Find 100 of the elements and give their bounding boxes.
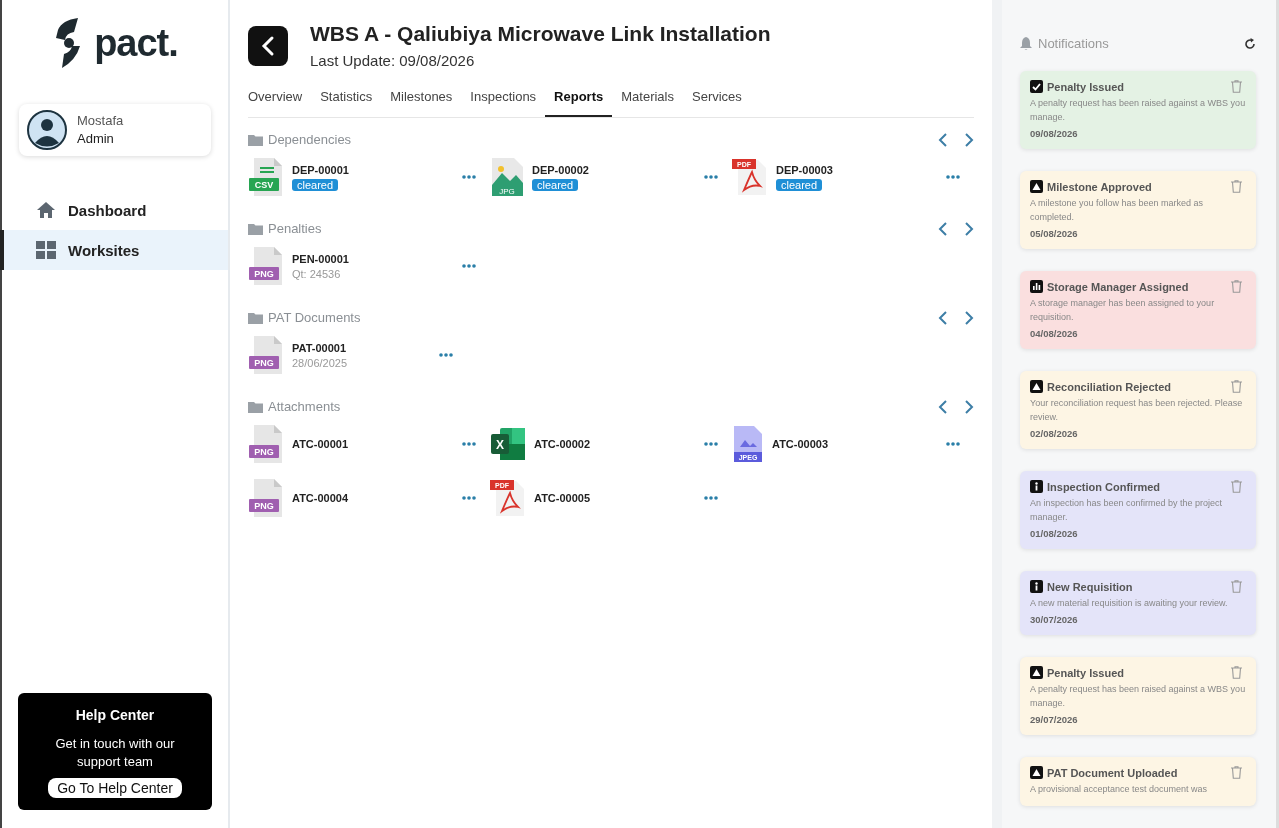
section-title: Penalties <box>268 221 322 236</box>
refresh-icon[interactable] <box>1244 37 1256 50</box>
section-title: PAT Documents <box>268 310 361 325</box>
next-icon[interactable] <box>964 221 974 236</box>
status-badge: cleared <box>532 178 579 191</box>
notification-text: A penalty request has been raised against a WBS you manage. <box>1030 683 1246 710</box>
tab[interactable]: Services <box>683 83 751 117</box>
notification-title: Reconciliation Rejected <box>1047 380 1172 393</box>
user-name: Mostafa <box>77 112 124 130</box>
more-icon[interactable] <box>462 175 476 179</box>
previous-icon[interactable] <box>938 399 948 414</box>
trash-icon[interactable] <box>1231 766 1242 779</box>
section-title: Attachments <box>268 399 341 414</box>
section-title: Dependencies <box>268 132 352 147</box>
file-note: 28/06/2025 <box>292 356 348 369</box>
user-role: Admin <box>77 130 115 148</box>
file-note: Qt: 24536 <box>292 267 342 280</box>
notification-title: Milestone Approved <box>1047 180 1152 193</box>
notification-date: 30/07/2026 <box>1030 614 1079 625</box>
file-code[interactable]: PEN-00001 <box>292 252 349 265</box>
help-center-button[interactable]: Go To Help Center <box>48 778 182 798</box>
file-code[interactable]: PAT-00001 <box>292 341 348 354</box>
notification-text: A provisional acceptance test document was <box>1030 783 1209 796</box>
home-icon <box>36 201 56 219</box>
trash-icon[interactable] <box>1231 666 1242 679</box>
notification-title: Penalty Issued <box>1047 666 1125 679</box>
trash-icon[interactable] <box>1231 80 1242 93</box>
next-icon[interactable] <box>964 132 974 147</box>
notification-date: 05/08/2026 <box>1030 228 1079 239</box>
bell-icon <box>1020 37 1032 50</box>
notification-title: New Requisition <box>1047 580 1133 593</box>
user-card[interactable]: Mostafa Admin <box>19 104 211 156</box>
back-button[interactable] <box>248 25 288 66</box>
previous-icon[interactable] <box>938 310 948 325</box>
file-code[interactable]: DEP-00003 <box>776 163 833 176</box>
more-icon[interactable] <box>462 264 476 268</box>
notification-date: 01/08/2026 <box>1030 528 1079 539</box>
next-icon[interactable] <box>964 310 974 325</box>
more-icon[interactable] <box>439 353 453 357</box>
tab[interactable]: Inspections <box>461 83 546 117</box>
tab[interactable]: Milestones <box>381 83 462 117</box>
notifications-title: Notifications <box>1038 36 1109 51</box>
notification-text: An inspection has been confirmed by the project manager. <box>1030 497 1224 524</box>
help-text: Get in touch with our support team <box>54 735 176 771</box>
warning-icon <box>1030 380 1043 393</box>
more-icon[interactable] <box>462 442 476 446</box>
info-icon <box>1030 480 1043 493</box>
warning-icon <box>1030 666 1043 679</box>
file-code[interactable]: DEP-00002 <box>532 163 589 176</box>
folder-icon <box>248 400 263 413</box>
status-badge: cleared <box>776 178 823 191</box>
notification-date: 02/08/2026 <box>1030 428 1079 439</box>
image-file-icon: JPG <box>490 157 524 197</box>
folder-icon <box>248 222 263 235</box>
chart-icon <box>1030 280 1043 293</box>
file-code[interactable]: DEP-00001 <box>292 163 349 176</box>
folder-icon <box>248 311 263 324</box>
notification-text: A new material requisition is awaiting your review. <box>1030 597 1229 610</box>
last-update: Last Update: 09/08/2026 <box>310 52 476 69</box>
more-icon[interactable] <box>462 496 476 500</box>
folder-icon <box>248 133 263 146</box>
notification-title: PAT Document Uploaded <box>1047 766 1178 779</box>
file-code[interactable]: ATC-00002 <box>534 438 591 450</box>
status-badge: cleared <box>292 178 339 191</box>
check-icon <box>1030 80 1043 93</box>
notification-date: 04/08/2026 <box>1030 328 1079 339</box>
file-code[interactable]: ATC-00001 <box>292 438 349 450</box>
tab[interactable]: Overview <box>248 83 312 117</box>
file-code[interactable]: ATC-00004 <box>292 492 349 504</box>
nav-item[interactable]: Dashboard <box>0 190 228 230</box>
info-icon <box>1030 580 1043 593</box>
notification-title: Inspection Confirmed <box>1047 480 1161 493</box>
warning-icon <box>1030 766 1043 779</box>
notification-text: A storage manager has been assigned to your requisition. <box>1030 297 1216 324</box>
next-icon[interactable] <box>964 399 974 414</box>
tab[interactable]: Reports <box>545 83 613 117</box>
trash-icon[interactable] <box>1231 180 1242 193</box>
notification-title: Penalty Issued <box>1047 80 1125 93</box>
warning-icon <box>1030 180 1043 193</box>
notification-text: A penalty request has been raised against a WBS you manage. <box>1030 97 1246 124</box>
more-icon[interactable] <box>704 442 718 446</box>
notification-date: 09/08/2026 <box>1030 128 1079 139</box>
more-icon[interactable] <box>704 175 718 179</box>
page-title: WBS A - Qaliubiya Microwave Link Installation <box>310 22 771 46</box>
previous-icon[interactable] <box>938 132 948 147</box>
previous-icon[interactable] <box>938 221 948 236</box>
more-icon[interactable] <box>946 175 960 179</box>
trash-icon[interactable] <box>1231 380 1242 393</box>
notification-date: 29/07/2026 <box>1030 714 1079 725</box>
file-code[interactable]: ATC-00005 <box>534 492 591 504</box>
avatar-icon <box>27 110 67 150</box>
grid-icon <box>36 241 56 259</box>
more-icon[interactable] <box>704 496 718 500</box>
help-title: Help Center <box>75 707 155 723</box>
file-code[interactable]: ATC-00003 <box>772 438 829 450</box>
tab[interactable]: Statistics <box>311 83 382 117</box>
tab[interactable]: Materials <box>612 83 683 117</box>
logo-text: pact. <box>94 21 178 65</box>
more-icon[interactable] <box>946 442 960 446</box>
nav-item[interactable]: Worksites <box>0 230 228 270</box>
